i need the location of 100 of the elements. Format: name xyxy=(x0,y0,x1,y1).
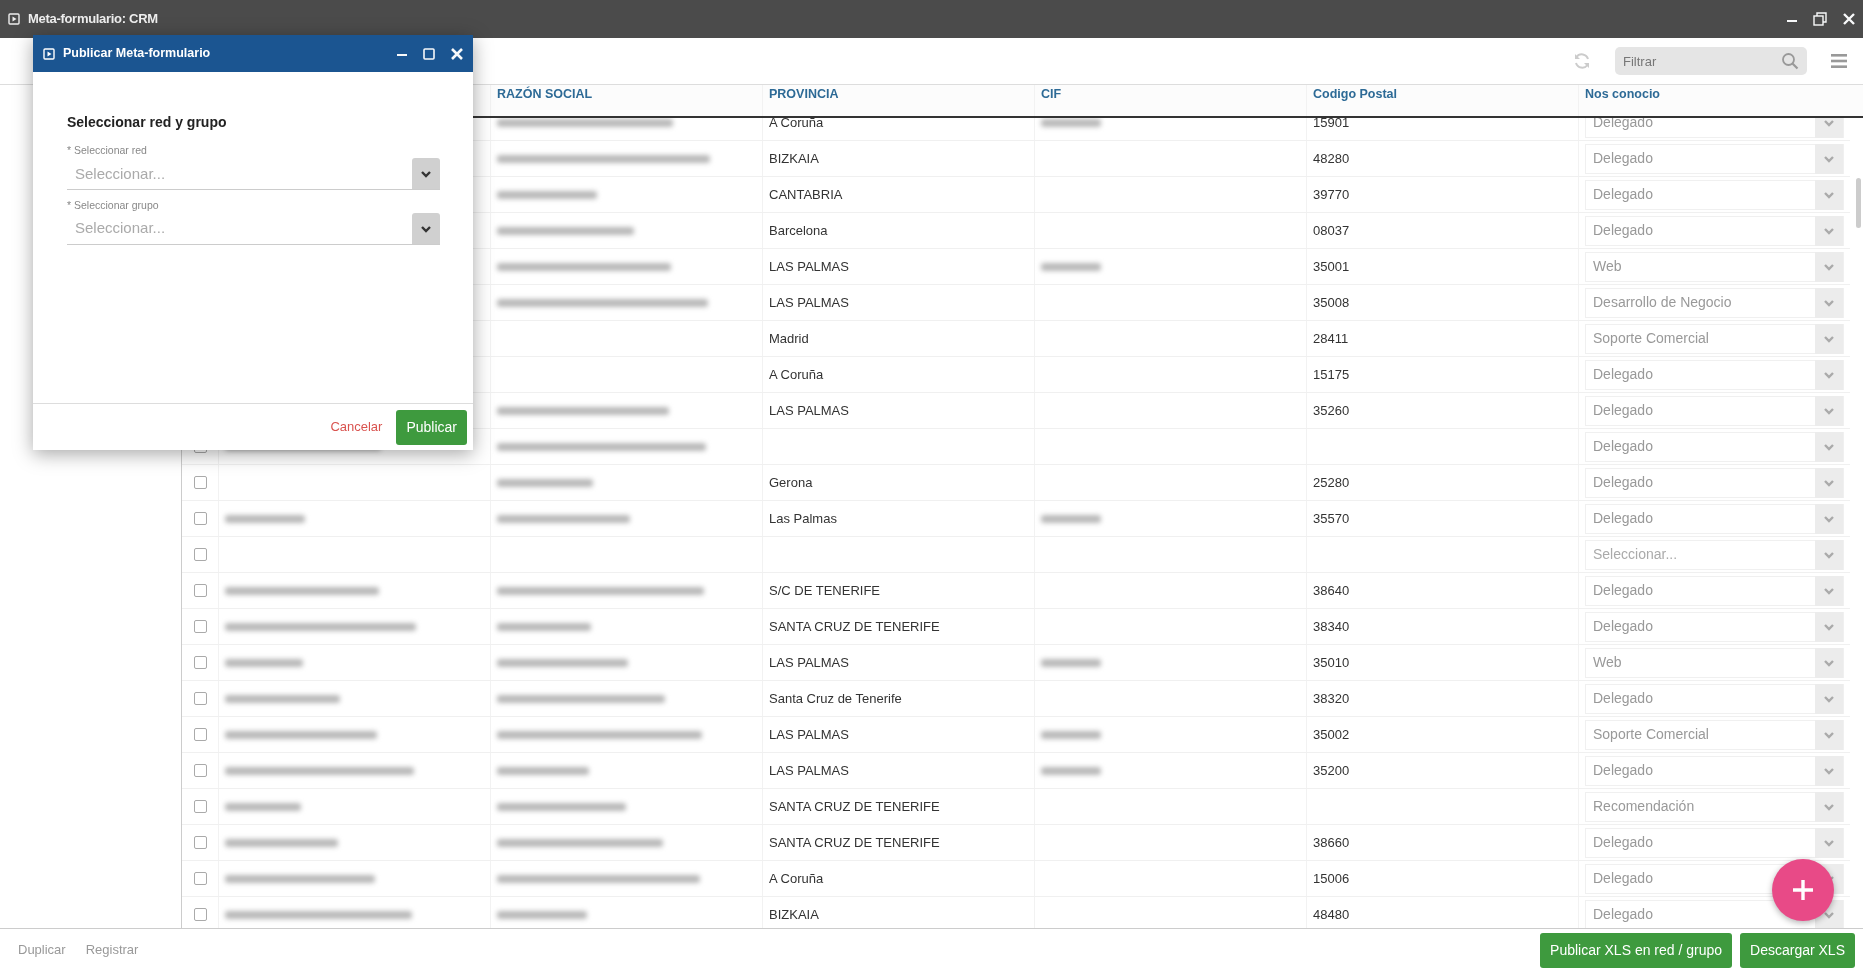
scrollbar-thumb[interactable] xyxy=(1856,178,1861,228)
source-dropdown[interactable]: Delegado xyxy=(1585,431,1844,462)
row-checkbox[interactable] xyxy=(193,692,207,705)
source-dropdown[interactable]: Delegado xyxy=(1585,179,1844,210)
source-dropdown[interactable]: Delegado xyxy=(1585,755,1844,786)
chevron-down-icon xyxy=(1823,549,1835,560)
row-checkbox[interactable] xyxy=(193,512,207,525)
chevron-down-icon xyxy=(1823,333,1835,344)
row-checkbox[interactable] xyxy=(193,656,207,669)
chevron-down-icon xyxy=(1823,909,1835,920)
source-dropdown[interactable]: Web xyxy=(1585,251,1844,282)
row-checkbox[interactable] xyxy=(193,584,207,597)
source-dropdown[interactable]: Soporte Comercial xyxy=(1585,323,1844,354)
table-cell-text: 35008 xyxy=(1313,293,1350,312)
cancel-link[interactable]: Cancelar xyxy=(330,417,383,437)
chevron-down-icon xyxy=(1823,369,1835,380)
table-cell-text: 38640 xyxy=(1313,581,1350,600)
restore-icon xyxy=(1813,12,1827,26)
select-field[interactable]: Seleccionar... xyxy=(67,216,412,241)
select-field[interactable]: Seleccionar... xyxy=(67,161,412,186)
row-checkbox[interactable] xyxy=(193,908,207,921)
table-cell-text: LAS PALMAS xyxy=(769,401,849,420)
chevron-down-icon xyxy=(1823,837,1835,848)
table-cell-text: S/C DE TENERIFE xyxy=(769,581,880,600)
table-cell-text: Santa Cruz de Tenerife xyxy=(769,689,902,708)
row-checkbox[interactable] xyxy=(193,620,207,633)
source-dropdown[interactable]: Delegado xyxy=(1585,395,1844,426)
plus-icon xyxy=(1791,878,1815,902)
footer-button[interactable]: Publicar XLS en red / grupo xyxy=(1540,932,1733,968)
close-button[interactable] xyxy=(451,47,463,60)
dialog-title: Publicar Meta-formulario xyxy=(63,45,212,63)
row-checkbox[interactable] xyxy=(193,872,207,885)
chevron-down-icon xyxy=(1823,225,1835,236)
column-header[interactable]: PROVINCIA xyxy=(762,85,1034,116)
table-cell-text: 48480 xyxy=(1313,905,1350,924)
maximize-button[interactable] xyxy=(423,47,435,60)
table-cell-text: 15175 xyxy=(1313,365,1350,384)
source-dropdown[interactable]: Soporte Comercial xyxy=(1585,719,1844,750)
table-cell-text: 28411 xyxy=(1313,329,1349,348)
field-label: * Seleccionar red xyxy=(67,143,148,158)
column-header[interactable]: CIF xyxy=(1034,85,1306,116)
table-cell-text: A Coruña xyxy=(769,365,824,384)
row-checkbox[interactable] xyxy=(193,476,207,489)
row-checkbox[interactable] xyxy=(193,836,207,849)
source-dropdown[interactable]: Delegado xyxy=(1585,215,1844,246)
table-cell-text: 35200 xyxy=(1313,761,1350,780)
refresh-button[interactable] xyxy=(1573,52,1591,70)
table-cell-text: BIZKAIA xyxy=(769,149,819,168)
source-dropdown[interactable]: Desarrollo de Negocio xyxy=(1585,287,1844,318)
column-header[interactable]: Nos conocio xyxy=(1578,85,1850,116)
chevron-down-icon xyxy=(1823,477,1835,488)
add-button[interactable] xyxy=(1772,859,1834,921)
source-dropdown[interactable]: Delegado xyxy=(1585,611,1844,642)
row-checkbox[interactable] xyxy=(193,728,207,741)
row-checkbox[interactable] xyxy=(193,548,207,561)
footer-button[interactable]: Descargar XLS xyxy=(1740,932,1855,968)
table-cell-text: Barcelona xyxy=(769,221,828,240)
chevron-down-icon xyxy=(1823,513,1835,524)
filter-field[interactable]: Filtrar xyxy=(1615,47,1807,75)
publish-button[interactable]: Publicar xyxy=(396,409,467,445)
table-cell-text: 25280 xyxy=(1313,473,1350,492)
chevron-down-icon xyxy=(420,168,432,179)
column-header[interactable]: Codigo Postal xyxy=(1306,85,1578,116)
table-cell-text: CANTABRIA xyxy=(769,185,843,204)
menu-icon xyxy=(1831,53,1847,69)
source-dropdown[interactable]: Delegado xyxy=(1585,143,1844,174)
chevron-down-icon xyxy=(1823,585,1835,596)
field-label: * Seleccionar grupo xyxy=(67,197,160,213)
dropdown-button[interactable] xyxy=(412,213,440,244)
table-cell-text: 38320 xyxy=(1313,689,1350,708)
table-cell-text: Gerona xyxy=(769,473,813,492)
table-cell-text: 35010 xyxy=(1313,653,1350,672)
table-cell-text: 35001 xyxy=(1313,257,1350,276)
row-checkbox[interactable] xyxy=(193,800,207,813)
menu-button[interactable] xyxy=(1831,53,1847,69)
row-checkbox[interactable] xyxy=(193,764,207,777)
chevron-down-icon xyxy=(1823,621,1835,632)
source-dropdown[interactable]: Recomendación xyxy=(1585,791,1844,822)
source-dropdown[interactable]: Delegado xyxy=(1585,359,1844,390)
source-dropdown[interactable]: Seleccionar... xyxy=(1585,539,1844,570)
table-cell-text: BIZKAIA xyxy=(769,905,819,924)
close-icon xyxy=(1843,13,1855,25)
close-icon xyxy=(451,47,463,60)
chevron-down-icon xyxy=(1823,801,1835,812)
minimize-button[interactable] xyxy=(397,53,407,56)
table-cell-text: Madrid xyxy=(769,329,809,348)
restore-button[interactable] xyxy=(1813,12,1827,26)
source-dropdown[interactable]: Delegado xyxy=(1585,575,1844,606)
dropdown-button[interactable] xyxy=(412,158,440,190)
chevron-down-icon xyxy=(1823,189,1835,200)
source-dropdown[interactable]: Delegado xyxy=(1585,683,1844,714)
source-dropdown[interactable]: Delegado xyxy=(1585,503,1844,534)
source-dropdown[interactable]: Delegado xyxy=(1585,827,1844,858)
chevron-down-icon xyxy=(1823,261,1835,272)
source-dropdown[interactable]: Web xyxy=(1585,647,1844,678)
window-icon xyxy=(8,13,20,25)
column-header[interactable]: RAZÓN SOCIAL xyxy=(490,85,762,116)
table-cell-text: Las Palmas xyxy=(769,509,837,528)
source-dropdown[interactable]: Delegado xyxy=(1585,467,1844,498)
close-button[interactable] xyxy=(1843,13,1855,25)
